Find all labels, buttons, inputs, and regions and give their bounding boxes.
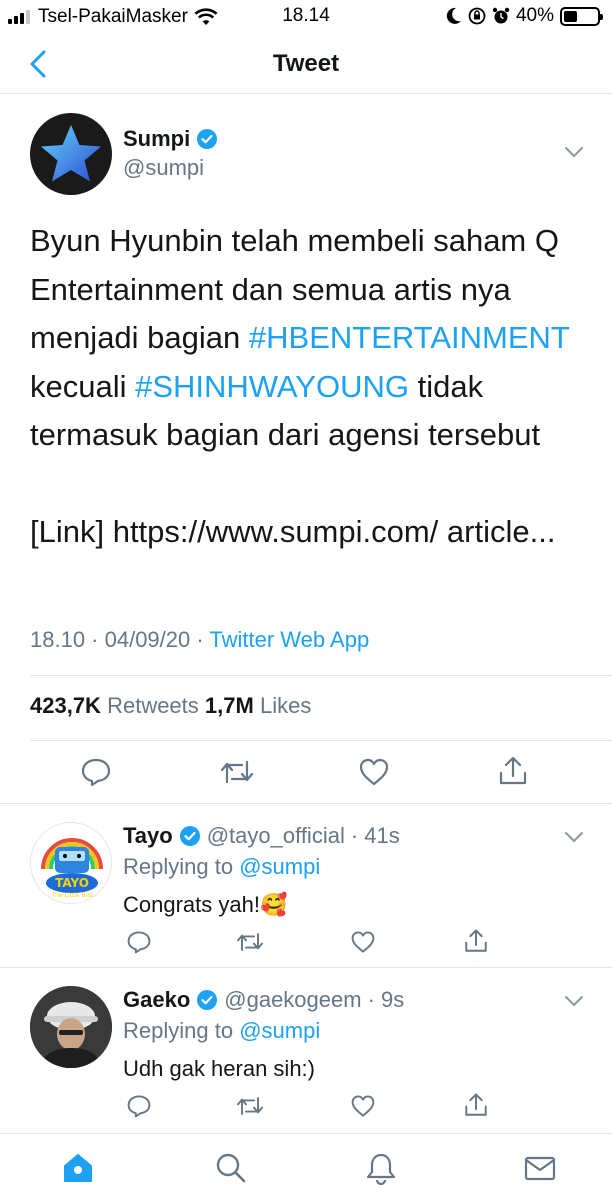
- tab-notifications[interactable]: [363, 1150, 399, 1186]
- reply-time: · 41s: [350, 823, 400, 848]
- replying-to-label: Replying to: [123, 1018, 240, 1043]
- retweet-icon: [237, 1097, 263, 1115]
- retweets-label: Retweets: [107, 693, 199, 718]
- reply-text: Congrats yah!🥰: [123, 892, 288, 917]
- reply-button[interactable]: [126, 1094, 152, 1123]
- avatar[interactable]: TAYO The Little Bus: [30, 822, 112, 904]
- battery-icon: [560, 6, 603, 26]
- tweet-meta: 18.10 · 04/09/20 · Twitter Web App: [30, 627, 369, 653]
- reply-icon: [127, 1095, 151, 1118]
- reply-button[interactable]: [126, 930, 152, 959]
- like-button[interactable]: [350, 1094, 376, 1123]
- chevron-down-icon: [565, 996, 583, 1007]
- chevron-down-icon: [565, 832, 583, 843]
- tweet-timestamp: 18.10 · 04/09/20 ·: [30, 627, 210, 652]
- like-button[interactable]: [358, 757, 390, 787]
- tab-search[interactable]: [213, 1150, 249, 1186]
- reply-options-button[interactable]: [564, 830, 584, 848]
- reply-time: · 9s: [367, 987, 405, 1012]
- share-button[interactable]: [463, 1092, 489, 1123]
- tweet-text-segment: kecuali: [30, 368, 136, 404]
- verified-badge-icon: [197, 990, 218, 1010]
- page-title: Tweet: [272, 50, 340, 77]
- retweets-count: 423,7K: [30, 693, 101, 718]
- retweet-icon: [220, 760, 254, 784]
- search-icon: [216, 1153, 246, 1183]
- tab-messages[interactable]: [522, 1150, 558, 1186]
- tweet-options-button[interactable]: [564, 145, 584, 163]
- reply-author-handle[interactable]: @tayo_official: [207, 823, 345, 849]
- alarm-icon: [492, 7, 510, 24]
- heart-icon: [351, 931, 375, 953]
- reply-icon: [127, 931, 151, 954]
- messages-icon: [524, 1156, 556, 1181]
- rotation-lock-icon: [468, 7, 486, 25]
- author-name[interactable]: Sumpi: [123, 126, 218, 152]
- tab-bar: [0, 1133, 612, 1200]
- top-nav: Tweet: [0, 34, 612, 94]
- star-logo-icon: [41, 125, 101, 182]
- verified-badge-icon: [179, 826, 200, 846]
- mention-link[interactable]: @sumpi: [239, 854, 320, 879]
- tweet-text: Byun Hyunbin telah membeli saham Q Enter…: [30, 217, 600, 557]
- replying-to-label: Replying to: [123, 854, 240, 879]
- reply-header: Gaeko @gaekogeem · 9s: [123, 987, 404, 1013]
- notifications-icon: [366, 1153, 396, 1185]
- tweet-link-text[interactable]: [Link] https://www.sumpi.com/ article...: [30, 508, 600, 557]
- retweets-stat[interactable]: 423,7K Retweets: [30, 693, 199, 718]
- likes-count: 1,7M: [204, 693, 254, 718]
- reply-tweet[interactable]: Gaeko @gaekogeem · 9s Replying to @sumpi…: [0, 968, 612, 1132]
- avatar[interactable]: [30, 113, 112, 195]
- reply-author-handle[interactable]: @gaekogeem: [224, 987, 361, 1013]
- tab-home[interactable]: [60, 1150, 96, 1186]
- verified-badge-icon: [197, 129, 218, 149]
- share-icon: [465, 1093, 487, 1116]
- retweet-button[interactable]: [236, 930, 264, 959]
- retweet-button[interactable]: [220, 757, 254, 787]
- reply-author-name[interactable]: Tayo: [123, 823, 173, 849]
- reply-text: Udh gak heran sih:): [123, 1056, 315, 1081]
- replying-to: Replying to @sumpi: [123, 1018, 320, 1044]
- share-button[interactable]: [463, 928, 489, 959]
- divider: [30, 740, 612, 741]
- author-name-text: Sumpi: [123, 126, 191, 151]
- heart-icon: [359, 758, 389, 786]
- chevron-down-icon: [565, 147, 583, 158]
- status-bar: Tsel-PakaiMasker 18.14 40%: [0, 0, 612, 34]
- share-button[interactable]: [497, 755, 529, 787]
- tweet-source-app[interactable]: Twitter Web App: [209, 627, 369, 652]
- tweet-stats: 423,7K Retweets 1,7M Likes: [30, 693, 311, 719]
- moon-icon: [446, 7, 461, 24]
- home-icon: [64, 1154, 92, 1182]
- mention-link[interactable]: @sumpi: [239, 1018, 320, 1043]
- hashtag-link[interactable]: #HBENTERTAINMENT: [249, 320, 569, 355]
- likes-label: Likes: [259, 693, 312, 718]
- hashtag-link[interactable]: #SHINHWAYOUNG: [135, 369, 409, 404]
- share-icon: [499, 756, 527, 785]
- reply-options-button[interactable]: [564, 994, 584, 1012]
- reply-icon: [81, 758, 111, 787]
- divider: [30, 675, 612, 676]
- like-button[interactable]: [350, 930, 376, 959]
- svg-text:The Little Bus: The Little Bus: [50, 892, 92, 899]
- tweet-actions: [0, 753, 612, 793]
- profile-photo-icon: [30, 986, 112, 1068]
- reply-header: Tayo @tayo_official · 41s: [123, 823, 400, 849]
- avatar[interactable]: [30, 986, 112, 1068]
- replying-to: Replying to @sumpi: [123, 854, 320, 880]
- reply-author-name[interactable]: Gaeko: [123, 987, 190, 1013]
- share-icon: [465, 929, 487, 952]
- likes-stat[interactable]: 1,7M Likes: [205, 693, 311, 718]
- status-right: 40%: [446, 5, 603, 27]
- reply-tweet[interactable]: TAYO The Little Bus Tayo @tayo_official …: [0, 804, 612, 967]
- battery-percent: 40%: [515, 5, 554, 26]
- retweet-button[interactable]: [236, 1094, 264, 1123]
- retweet-icon: [237, 933, 263, 951]
- author-handle[interactable]: @sumpi: [123, 155, 204, 181]
- tayo-bus-logo-icon: TAYO The Little Bus: [41, 838, 103, 899]
- reply-button[interactable]: [80, 757, 112, 787]
- heart-icon: [351, 1095, 375, 1117]
- svg-text:TAYO: TAYO: [55, 876, 89, 890]
